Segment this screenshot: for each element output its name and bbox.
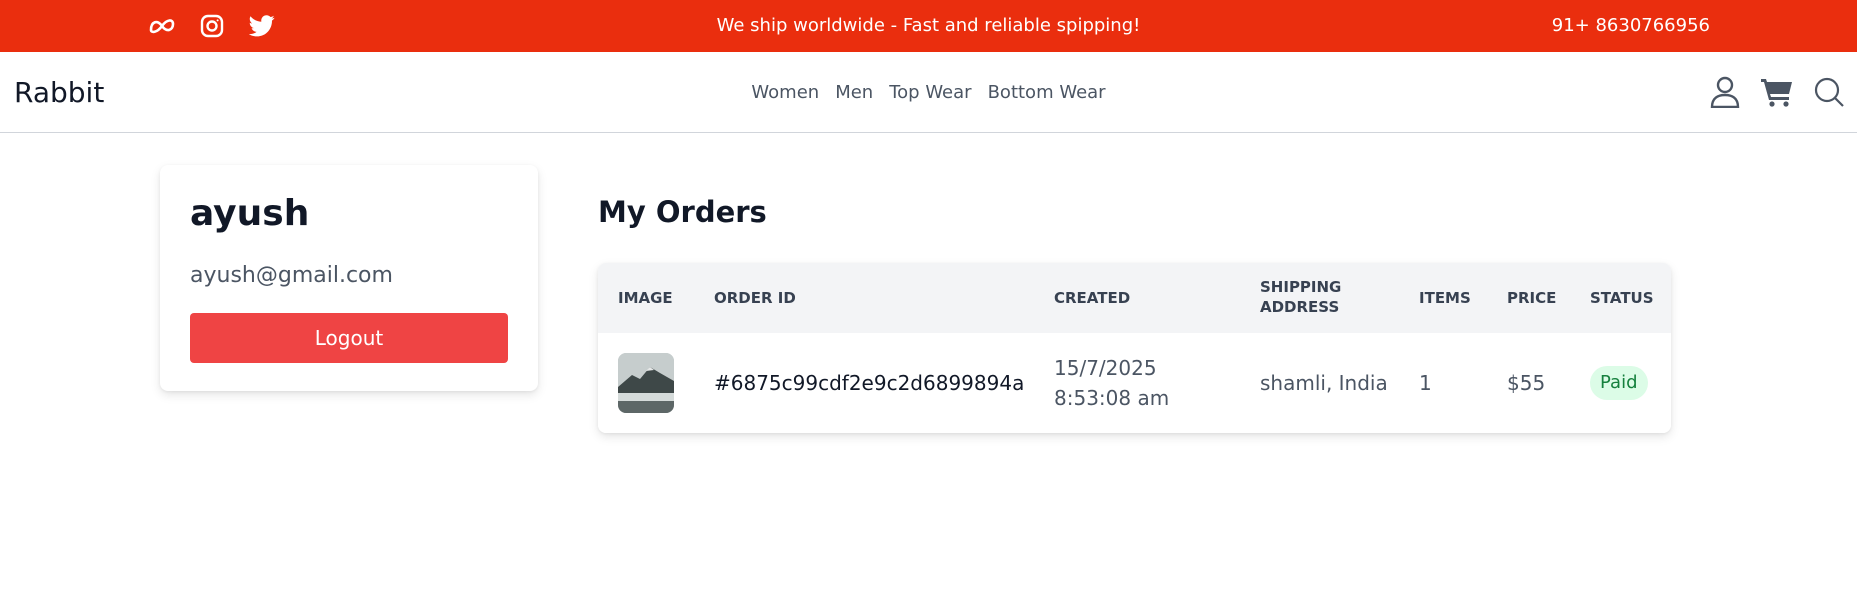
order-product-image: [618, 353, 674, 413]
column-header-order-id: Order ID: [714, 289, 796, 307]
orders-table: Image Order ID Created Shipping Address …: [598, 263, 1671, 433]
column-header-items: Items: [1419, 289, 1471, 307]
profile-name: ayush: [190, 193, 310, 234]
nav-links: Women Men Top Wear Bottom Wear: [0, 52, 1857, 133]
nav-actions: [1709, 76, 1845, 108]
table-header: Image Order ID Created Shipping Address …: [598, 263, 1671, 333]
order-price: $55: [1507, 371, 1546, 395]
nav-link-top-wear[interactable]: Top Wear: [881, 82, 979, 103]
order-created-date: 15/7/2025: [1054, 356, 1157, 380]
nav-link-bottom-wear[interactable]: Bottom Wear: [980, 82, 1114, 103]
column-header-created: Created: [1054, 289, 1131, 307]
user-icon[interactable]: [1709, 76, 1741, 108]
column-header-shipping-address: Shipping Address: [1260, 278, 1342, 316]
nav-link-men[interactable]: Men: [827, 82, 881, 103]
order-created-time: 8:53:08 am: [1054, 386, 1170, 410]
order-shipping-address: shamli, India: [1260, 371, 1388, 395]
profile-card: ayush ayush@gmail.com Logout: [160, 165, 538, 391]
navbar: Rabbit Women Men Top Wear Bottom Wear: [0, 52, 1857, 133]
order-id: #6875c99cdf2e9c2d6899894a: [714, 371, 1025, 395]
search-icon[interactable]: [1813, 76, 1845, 108]
orders-title: My Orders: [598, 195, 767, 229]
cart-icon[interactable]: [1761, 76, 1793, 108]
order-items: 1: [1419, 371, 1432, 395]
column-header-status: Status: [1590, 289, 1654, 307]
column-header-image: Image: [618, 289, 673, 307]
column-header-price: Price: [1507, 289, 1557, 307]
announcement-bar: We ship worldwide - Fast and reliable sp…: [0, 0, 1857, 52]
table-row[interactable]: #6875c99cdf2e9c2d6899894a 15/7/2025 8:53…: [598, 333, 1671, 433]
contact-phone: 91+ 8630766956: [1551, 15, 1710, 36]
nav-link-women[interactable]: Women: [743, 82, 827, 103]
status-badge: Paid: [1590, 366, 1648, 400]
profile-email: ayush@gmail.com: [190, 263, 393, 288]
logout-button[interactable]: Logout: [190, 313, 508, 363]
